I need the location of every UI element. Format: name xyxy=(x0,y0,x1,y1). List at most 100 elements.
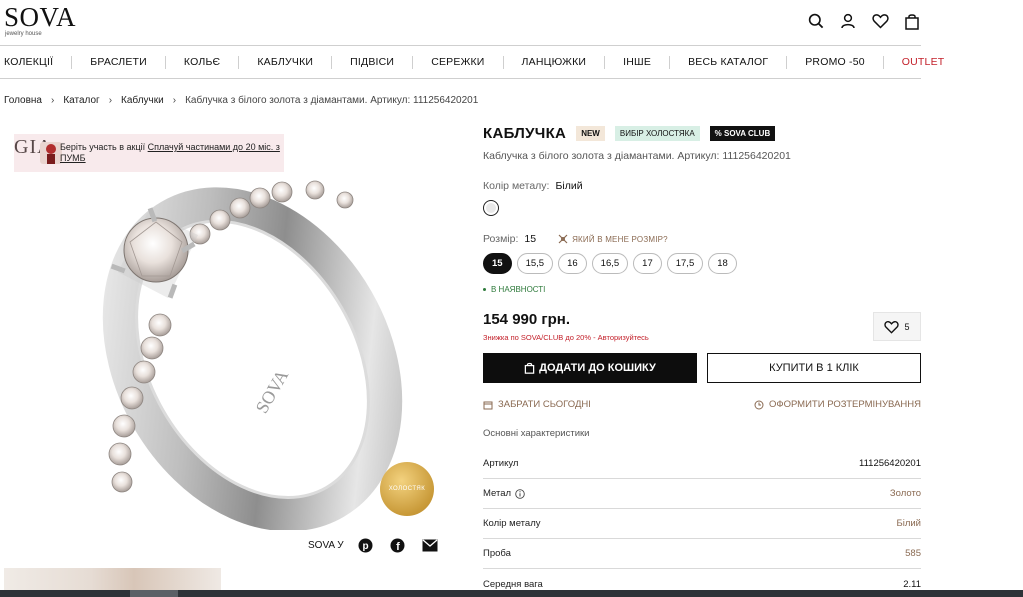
spec-row: Колір металу Білий xyxy=(483,509,921,539)
specs-table: Артикул 111256420201 Метал Золото Колір … xyxy=(483,449,921,597)
svg-text:f: f xyxy=(396,541,400,553)
bachelor-badge: ХОЛОСТЯК xyxy=(380,462,434,516)
spec-value[interactable]: 585 xyxy=(905,548,921,559)
site-header: SOVA jewelry house xyxy=(0,0,921,46)
spec-value[interactable]: Золото xyxy=(890,488,921,499)
chevron-right-icon: › xyxy=(108,95,113,106)
tag-bachelor-choice: ВИБІР ХОЛОСТЯКА xyxy=(614,126,700,141)
metal-color-swatch-white[interactable] xyxy=(483,200,499,216)
tag-sova-club: % SOVA CLUB xyxy=(709,126,776,141)
product-title: КАБЛУЧКА xyxy=(483,125,567,142)
product-price: 154 990 грн. xyxy=(483,311,571,328)
badge-label: ХОЛОСТЯК xyxy=(388,486,426,492)
spec-row: Артикул 111256420201 xyxy=(483,449,921,479)
spec-key: Середня вага xyxy=(483,578,543,590)
breadcrumb: Головна › Каталог › Каблучки › Каблучка … xyxy=(4,95,478,106)
size-option[interactable]: 17 xyxy=(633,253,662,274)
wishlist-icon[interactable] xyxy=(871,12,889,30)
breadcrumb-current: Каблучка з білого золота з діамантами. А… xyxy=(185,95,479,106)
breadcrumb-catalog[interactable]: Каталог xyxy=(63,95,99,106)
breadcrumb-category[interactable]: Каблучки xyxy=(121,95,164,106)
calendar-icon xyxy=(483,401,493,409)
logo[interactable]: SOVA jewelry house xyxy=(4,2,77,38)
nav-pendants[interactable]: ПІДВІСИ xyxy=(331,55,412,69)
wishlist-button[interactable]: 5 xyxy=(873,312,921,341)
add-to-cart-label: ДОДАТИ ДО КОШИКУ xyxy=(539,362,656,374)
nav-other[interactable]: ІНШЕ xyxy=(604,55,669,69)
spec-key: Артикул xyxy=(483,458,519,469)
add-to-cart-button[interactable]: ДОДАТИ ДО КОШИКУ xyxy=(483,353,697,383)
size-label: Розмір: xyxy=(483,233,519,245)
heart-icon xyxy=(884,320,900,334)
metal-color-value: Білий xyxy=(555,180,583,192)
svg-text:SOVA: SOVA xyxy=(252,366,293,416)
scrollbar-thumb[interactable] xyxy=(130,590,178,597)
size-options: 15 15,5 16 16,5 17 17,5 18 xyxy=(483,253,737,274)
product-title-row: КАБЛУЧКА NEW ВИБІР ХОЛОСТЯКА % SOVA CLUB xyxy=(483,125,776,142)
spec-key-with-info: Метал xyxy=(483,488,525,499)
nav-chains[interactable]: ЛАНЦЮЖКИ xyxy=(502,55,605,69)
product-subtitle: Каблучка з білого золота з діамантами. А… xyxy=(483,150,791,162)
info-icon[interactable] xyxy=(515,488,525,499)
email-icon[interactable] xyxy=(420,537,440,553)
size-guide-link[interactable]: ЯКИЙ В МЕНЕ РОЗМІР? xyxy=(558,234,668,244)
main-nav: КОЛЕКЦІЇ БРАСЛЕТИ КОЛЬЄ КАБЛУЧКИ ПІДВІСИ… xyxy=(0,46,944,79)
nav-earrings[interactable]: СЕРЕЖКИ xyxy=(412,55,502,69)
spec-value: 2.11 xyxy=(903,578,921,590)
bag-icon[interactable] xyxy=(903,12,921,30)
nav-outlet[interactable]: OUTLET xyxy=(882,55,963,69)
stock-dot-icon xyxy=(483,288,486,291)
installment-label: ОФОРМИТИ РОЗТЕРМІНУВАННЯ xyxy=(768,399,921,410)
svg-text:p: p xyxy=(363,541,369,552)
chevron-right-icon: › xyxy=(51,95,55,106)
nav-collections[interactable]: КОЛЕКЦІЇ xyxy=(0,56,71,69)
nav-necklaces[interactable]: КОЛЬЄ xyxy=(164,55,238,69)
size-option[interactable]: 15,5 xyxy=(516,253,554,274)
stock-status: В НАЯВНОСТІ xyxy=(483,285,545,294)
account-icon[interactable] xyxy=(839,12,857,30)
size-option[interactable]: 16 xyxy=(558,253,587,274)
spec-row: Середня вага 2.11 xyxy=(483,569,921,597)
spec-row: Проба 585 xyxy=(483,539,921,569)
size-row: Розмір: 15 ЯКИЙ В МЕНЕ РОЗМІР? xyxy=(483,233,668,245)
buy-one-click-button[interactable]: КУПИТИ В 1 КЛІК xyxy=(707,353,921,383)
size-option[interactable]: 18 xyxy=(708,253,737,274)
pinterest-icon[interactable]: p xyxy=(356,537,376,553)
metal-color-label: Колір металу: xyxy=(483,180,550,192)
size-option[interactable]: 17,5 xyxy=(666,253,704,274)
header-icons xyxy=(807,12,921,30)
nav-promo[interactable]: PROMO -50 xyxy=(786,55,883,69)
nav-bracelets[interactable]: БРАСЛЕТИ xyxy=(71,55,165,69)
size-option[interactable]: 15 xyxy=(483,253,512,274)
spec-row: Метал Золото xyxy=(483,479,921,509)
chevron-right-icon: › xyxy=(172,95,177,106)
share-label: SOVA У xyxy=(308,539,344,551)
size-guide-label: ЯКИЙ В МЕНЕ РОЗМІР? xyxy=(572,234,668,244)
metal-color-row: Колір металу: Білий xyxy=(483,180,583,192)
spec-key: Колір металу xyxy=(483,518,541,529)
nav-rings[interactable]: КАБЛУЧКИ xyxy=(238,55,331,69)
pickup-today-link[interactable]: ЗАБРАТИ СЬОГОДНІ xyxy=(483,399,591,410)
wishlist-count: 5 xyxy=(904,321,910,332)
spec-value[interactable]: Білий xyxy=(896,518,921,529)
nav-all-catalog[interactable]: ВЕСЬ КАТАЛОГ xyxy=(669,55,786,69)
logo-wordmark: SOVA xyxy=(4,2,77,32)
facebook-icon[interactable]: f xyxy=(388,537,408,553)
installment-link[interactable]: ОФОРМИТИ РОЗТЕРМІНУВАННЯ xyxy=(754,399,921,410)
pickup-today-label: ЗАБРАТИ СЬОГОДНІ xyxy=(498,399,591,410)
specs-title: Основні характеристики xyxy=(483,428,590,439)
tag-new: NEW xyxy=(576,126,605,141)
promo-text-lead: Беріть участь в акції xyxy=(60,142,148,152)
size-option[interactable]: 16,5 xyxy=(591,253,629,274)
stock-label: В НАЯВНОСТІ xyxy=(491,285,546,294)
bag-icon xyxy=(524,362,535,374)
spec-key: Проба xyxy=(483,548,511,559)
breadcrumb-home[interactable]: Головна xyxy=(4,95,42,106)
size-value: 15 xyxy=(524,233,537,245)
clock-icon xyxy=(754,400,764,409)
share-bar: SOVA У p f xyxy=(308,537,440,553)
discount-note[interactable]: Знижка по SOVA/CLUB до 20% - Авторизуйте… xyxy=(483,333,649,342)
ruler-icon xyxy=(558,234,568,244)
spec-value: 111256420201 xyxy=(859,458,921,469)
search-icon[interactable] xyxy=(807,12,825,30)
